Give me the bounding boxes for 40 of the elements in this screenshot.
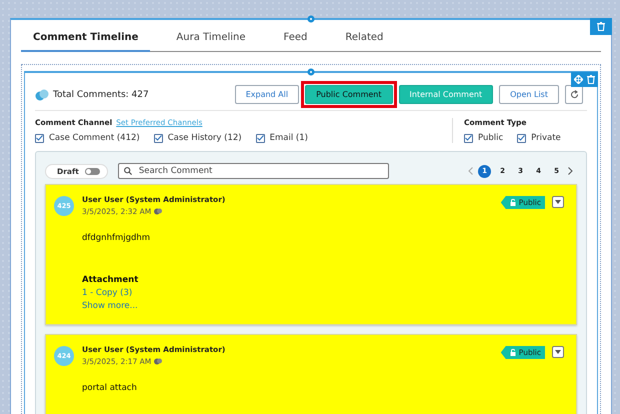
total-comments: Total Comments: 427 — [53, 90, 149, 100]
tab[interactable]: Aura Timeline — [164, 26, 258, 51]
caret-icon[interactable] — [555, 350, 561, 354]
chat-icon — [154, 358, 162, 365]
search-field[interactable]: Search Comment — [118, 163, 389, 179]
caret-icon[interactable] — [555, 200, 561, 204]
checkbox-label: Case Comment (412) — [49, 133, 140, 143]
checkbox-label: Private — [531, 133, 561, 143]
tab[interactable]: Related — [333, 26, 396, 51]
comment-text: dfdgnhfmjgdhm — [82, 233, 152, 243]
checkbox[interactable] — [256, 134, 265, 142]
attachment-title: Attachment — [82, 275, 140, 285]
show-more-link[interactable]: Show more... — [82, 301, 138, 311]
tab[interactable]: Feed — [272, 26, 320, 51]
caret-button[interactable] — [552, 346, 564, 358]
comment-button[interactable]: Public Comment — [305, 85, 393, 104]
caret-button[interactable] — [552, 196, 564, 208]
refresh-button[interactable] — [565, 85, 583, 104]
checkbox[interactable] — [517, 134, 526, 142]
trash-icon[interactable] — [587, 75, 595, 84]
checkbox-label: Case History (12) — [168, 133, 242, 143]
checkbox[interactable] — [464, 134, 473, 142]
trash-icon[interactable] — [597, 22, 605, 31]
checkbox-label: Email (1) — [270, 133, 308, 143]
resize-handle-icon[interactable] — [307, 15, 315, 23]
next-icon[interactable] — [568, 167, 573, 175]
list-button[interactable]: Expand All — [234, 85, 300, 104]
comment-text: portal attach — [82, 383, 138, 393]
refresh-icon[interactable] — [570, 90, 578, 99]
tab[interactable]: Comment Timeline — [21, 26, 150, 52]
resize-handle-icon[interactable] — [307, 68, 315, 76]
search-icon — [124, 167, 132, 175]
comments-icon — [35, 88, 49, 100]
checkbox-label: Public — [478, 133, 504, 143]
list-button[interactable]: Open List — [499, 85, 559, 104]
checkbox[interactable] — [35, 134, 44, 142]
attachment-link[interactable]: 1 - Copy (3) — [82, 288, 132, 298]
chat-icon — [154, 208, 162, 215]
checkbox[interactable] — [154, 134, 163, 142]
move-icon[interactable] — [574, 75, 583, 84]
